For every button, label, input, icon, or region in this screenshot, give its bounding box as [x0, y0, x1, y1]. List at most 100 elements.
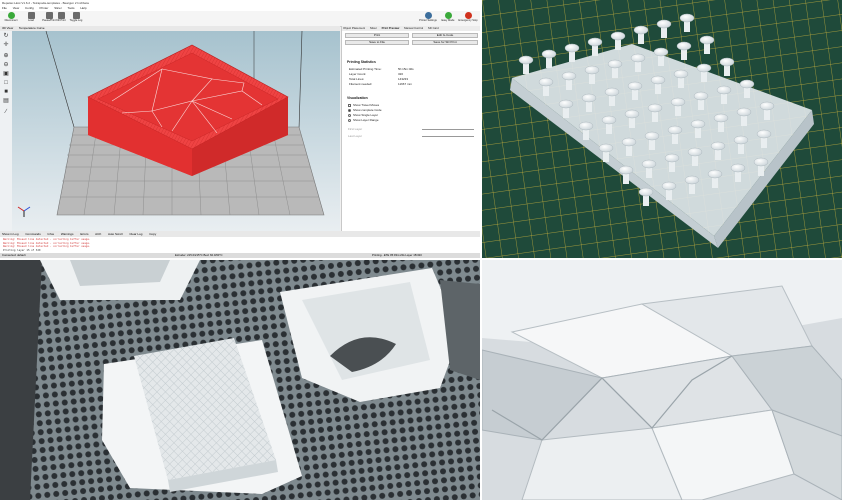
visualization-heading: Visualization	[347, 96, 368, 100]
menu-config[interactable]: Config	[25, 6, 34, 10]
zoom-in-icon[interactable]: ⊕	[2, 53, 10, 60]
log-filter-ack[interactable]: ACK	[95, 232, 101, 236]
save-sd-button[interactable]: Save for SD Print	[412, 40, 478, 45]
stat-value: 143233	[398, 77, 409, 81]
print-button[interactable]: Print	[345, 33, 409, 38]
log-auto-scroll[interactable]: Auto Scroll	[108, 232, 123, 236]
peg-head	[730, 163, 746, 173]
tab-slicer[interactable]: Slicer	[370, 26, 377, 30]
peg-head	[630, 53, 646, 63]
peg-head	[541, 49, 557, 59]
peg-head	[756, 129, 772, 139]
peg-head	[684, 175, 700, 185]
log-filter-errors[interactable]: Errors	[80, 232, 88, 236]
peg-head	[564, 43, 580, 53]
save-to-file-button[interactable]: Save to File	[345, 40, 409, 45]
peg-head	[719, 57, 735, 67]
peg-head	[676, 41, 692, 51]
stats-heading: Printing Statistics	[347, 60, 376, 64]
log-filter-commands[interactable]: Commands	[25, 232, 40, 236]
menu-view[interactable]: View	[13, 6, 19, 10]
log-filter-infos[interactable]: Infos	[48, 232, 55, 236]
peg-head	[687, 147, 703, 157]
peg-head	[604, 87, 620, 97]
peg-head	[664, 153, 680, 163]
stat-label: Layer Count:	[349, 72, 367, 76]
peg-head	[581, 93, 597, 103]
peg-head	[753, 157, 769, 167]
menu-slicer[interactable]: Slicer	[54, 6, 62, 10]
peg-head	[647, 103, 663, 113]
peg-head	[610, 31, 626, 41]
stat-label: Estimated Printing Time:	[349, 67, 382, 71]
peg-head	[736, 107, 752, 117]
menu-tools[interactable]: Tools	[67, 6, 74, 10]
photo-printer-bed	[0, 260, 480, 500]
option-layer-range[interactable]: Show Layer Range	[348, 118, 379, 122]
peg-head	[710, 141, 726, 151]
side-view-icon[interactable]: ▤	[2, 98, 10, 105]
tab-3d-view[interactable]: 3D View	[2, 26, 13, 30]
peg-head	[598, 143, 614, 153]
menu-help[interactable]: Help	[80, 6, 86, 10]
option-complete-code[interactable]: Show complete Code	[348, 108, 382, 112]
option-travel-moves[interactable]: Show Travel Moves	[348, 103, 379, 107]
stat-value: 11667 mm	[398, 82, 412, 86]
log-copy-button[interactable]: Copy	[149, 232, 156, 236]
emergency-stop-button[interactable]: Emergency Stop	[458, 12, 478, 25]
peg-head	[656, 19, 672, 29]
peg-head	[584, 65, 600, 75]
stat-value: 320	[398, 72, 404, 76]
menu-file[interactable]: File	[2, 6, 7, 10]
peg-head	[699, 35, 715, 45]
stat-value: 5h:15m:40s	[398, 67, 414, 71]
status-bar: Connected: default Extruder: 215.0/215°C…	[0, 253, 480, 258]
move-icon[interactable]: ✛	[2, 42, 10, 49]
first-layer-label: First Layer	[348, 127, 363, 131]
peg-head	[707, 169, 723, 179]
tab-sd-card[interactable]: SD Card	[428, 26, 439, 30]
printer-settings-button[interactable]: Printer Settings	[418, 12, 438, 25]
edit-gcode-button[interactable]: Edit G-Code	[412, 33, 478, 38]
log-area[interactable]: Warning: Missed line detected - correcti…	[0, 237, 480, 253]
peg-head	[601, 115, 617, 125]
log-icon	[72, 12, 80, 19]
peg-head	[621, 137, 637, 147]
photo-printed-surface-closeup	[482, 260, 842, 500]
first-layer-slider[interactable]	[422, 128, 474, 130]
tab-object-placement[interactable]: Object Placement	[343, 26, 365, 30]
log-filter-warnings[interactable]: Warnings	[61, 232, 74, 236]
log-clear-button[interactable]: Clear Log	[129, 232, 142, 236]
front-view-icon[interactable]: ■	[2, 89, 10, 96]
peg-head	[693, 91, 709, 101]
fit-icon[interactable]: ▣	[2, 71, 10, 78]
log-line: Printing layer 15 of 320	[3, 248, 41, 252]
peg-head	[670, 97, 686, 107]
parallel-icon[interactable]: ∕	[2, 109, 10, 116]
3d-viewport[interactable]	[12, 31, 340, 231]
peg-head	[713, 113, 729, 123]
toggle-log-button[interactable]: Toggle Log	[66, 12, 86, 25]
repetier-host-screenshot: Repetier-Host V1.6.2 - Tetrapoda-templat…	[0, 0, 480, 258]
option-single-layer[interactable]: Show Single Layer	[348, 113, 378, 117]
tab-manual-control[interactable]: Manual Control	[404, 26, 423, 30]
rotate-icon[interactable]: ↻	[2, 33, 10, 40]
tab-print-preview[interactable]: Print Preview	[382, 26, 400, 30]
zoom-out-icon[interactable]: ⊖	[2, 62, 10, 69]
connection-status: Connected: default	[2, 253, 26, 257]
peg-head	[653, 47, 669, 57]
peg-head	[607, 59, 623, 69]
tab-temperature-curve[interactable]: Temperature Curve	[19, 26, 45, 30]
peg-head	[618, 165, 634, 175]
peg-head	[641, 159, 657, 169]
last-layer-slider[interactable]	[422, 135, 474, 137]
disconnect-button[interactable]: Disconnect	[1, 12, 21, 25]
peg-head	[716, 85, 732, 95]
power-icon	[7, 12, 15, 19]
menu-printer[interactable]: Printer	[40, 6, 49, 10]
top-view-icon[interactable]: □	[2, 80, 10, 87]
peg-head	[667, 125, 683, 135]
stop-icon	[57, 12, 65, 19]
easy-mode-button[interactable]: Easy Mode	[438, 12, 458, 25]
peg-head	[578, 121, 594, 131]
